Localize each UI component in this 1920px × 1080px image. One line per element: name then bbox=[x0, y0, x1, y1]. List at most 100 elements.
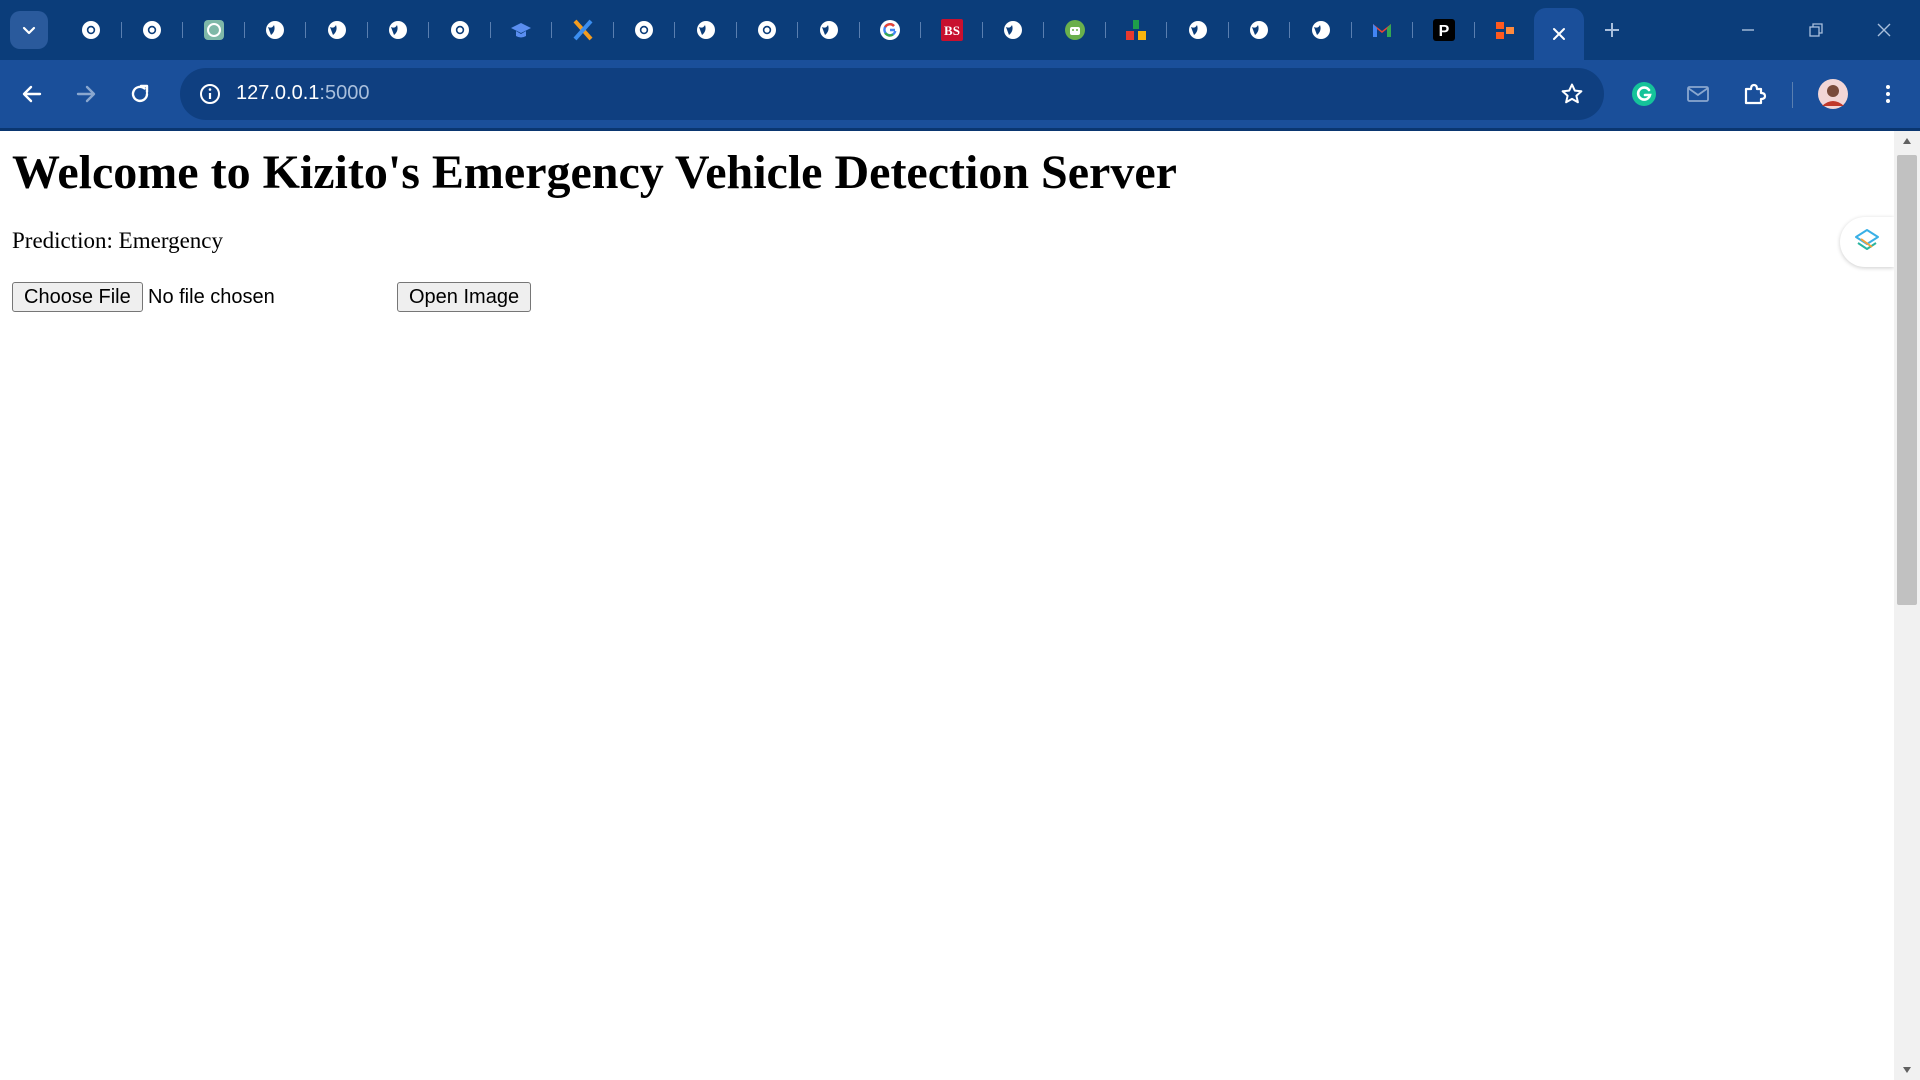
kebab-menu-icon bbox=[1886, 85, 1890, 103]
page-viewport: Welcome to Kizito's Emergency Vehicle De… bbox=[0, 131, 1894, 1080]
tab-11[interactable] bbox=[675, 8, 737, 52]
tab-16[interactable] bbox=[983, 8, 1044, 52]
tab-17[interactable] bbox=[1044, 8, 1106, 52]
tab-strip: BS P bbox=[0, 0, 1920, 60]
new-tab-button[interactable] bbox=[1596, 14, 1628, 46]
vertical-scrollbar[interactable] bbox=[1894, 131, 1920, 1080]
tab-12[interactable] bbox=[737, 8, 798, 52]
url-text[interactable]: 127.0.0.1:5000 bbox=[236, 82, 369, 105]
tab-2[interactable] bbox=[122, 8, 183, 52]
tab-18[interactable] bbox=[1106, 8, 1167, 52]
bs-label: BS bbox=[944, 23, 960, 38]
shapes-icon bbox=[1125, 19, 1147, 41]
tab-search-button[interactable] bbox=[10, 11, 48, 49]
no-file-chosen-label: No file chosen bbox=[148, 286, 275, 308]
bookmark-button[interactable] bbox=[1558, 80, 1586, 108]
chrome-icon bbox=[449, 19, 471, 41]
puzzle-icon bbox=[1744, 83, 1767, 105]
window-close-icon bbox=[1877, 23, 1891, 37]
address-bar[interactable]: 127.0.0.1:5000 bbox=[180, 68, 1604, 120]
tab-9[interactable] bbox=[552, 8, 614, 52]
xcode-icon bbox=[572, 19, 594, 41]
tab-13[interactable] bbox=[798, 8, 860, 52]
globe-icon bbox=[695, 19, 717, 41]
extensions-button[interactable] bbox=[1736, 76, 1772, 112]
back-button[interactable] bbox=[14, 76, 50, 112]
orange-blocks-icon bbox=[1494, 19, 1516, 41]
chatgpt-icon bbox=[203, 19, 225, 41]
gmail-icon bbox=[1371, 19, 1393, 41]
scroll-down-button[interactable] bbox=[1894, 1060, 1920, 1080]
graduation-cap-icon bbox=[510, 19, 532, 41]
tab-23[interactable]: P bbox=[1413, 8, 1475, 52]
tab-15[interactable]: BS bbox=[921, 8, 983, 52]
restore-button[interactable] bbox=[1796, 10, 1836, 50]
active-tab[interactable] bbox=[1534, 8, 1584, 60]
open-image-button[interactable]: Open Image bbox=[397, 282, 532, 312]
scrollbar-thumb[interactable] bbox=[1897, 155, 1917, 605]
browser-toolbar: 127.0.0.1:5000 bbox=[0, 60, 1920, 128]
tab-8[interactable] bbox=[491, 8, 552, 52]
tab-7[interactable] bbox=[429, 8, 491, 52]
globe-icon bbox=[326, 19, 348, 41]
page-title: Welcome to Kizito's Emergency Vehicle De… bbox=[12, 146, 1177, 199]
choose-file-button[interactable]: Choose File bbox=[12, 282, 143, 312]
url-host: 127.0.0.1 bbox=[236, 82, 320, 104]
reload-button[interactable] bbox=[122, 76, 158, 112]
profile-button[interactable] bbox=[1814, 75, 1852, 113]
close-icon[interactable] bbox=[1551, 26, 1567, 42]
chrome-icon bbox=[80, 19, 102, 41]
tab-6[interactable] bbox=[368, 8, 429, 52]
globe-icon bbox=[818, 19, 840, 41]
grammarly-extension-button[interactable] bbox=[1626, 76, 1662, 112]
mail-extension-button[interactable] bbox=[1680, 76, 1716, 112]
reload-icon bbox=[131, 84, 149, 103]
forward-button[interactable] bbox=[68, 76, 104, 112]
bs-icon: BS bbox=[940, 19, 963, 41]
star-icon bbox=[1561, 83, 1583, 104]
scroll-up-button[interactable] bbox=[1894, 131, 1920, 151]
mail-icon bbox=[1687, 86, 1709, 102]
chrome-icon bbox=[756, 19, 778, 41]
android-icon bbox=[1064, 19, 1086, 41]
globe-icon bbox=[264, 19, 286, 41]
site-info-button[interactable] bbox=[196, 80, 224, 108]
tab-24[interactable] bbox=[1475, 8, 1537, 52]
triangle-down-icon bbox=[1903, 1067, 1911, 1073]
avatar bbox=[1818, 79, 1848, 109]
triangle-up-icon bbox=[1903, 138, 1911, 144]
restore-icon bbox=[1809, 23, 1823, 37]
tab-1[interactable] bbox=[60, 8, 122, 52]
window-close-button[interactable] bbox=[1864, 10, 1904, 50]
tab-10[interactable] bbox=[614, 8, 675, 52]
tab-19[interactable] bbox=[1167, 8, 1229, 52]
tab-22[interactable] bbox=[1352, 8, 1413, 52]
chevron-down-icon bbox=[22, 26, 36, 35]
google-icon bbox=[879, 19, 901, 41]
chrome-icon bbox=[141, 19, 163, 41]
chrome-icon bbox=[633, 19, 655, 41]
minimize-button[interactable] bbox=[1728, 10, 1768, 50]
tab-3[interactable] bbox=[183, 8, 245, 52]
tab-21[interactable] bbox=[1290, 8, 1352, 52]
floating-extension-button[interactable] bbox=[1840, 217, 1894, 267]
chrome-menu-button[interactable] bbox=[1870, 76, 1906, 112]
p-label: P bbox=[1438, 23, 1449, 40]
globe-icon bbox=[1187, 19, 1209, 41]
tab-14[interactable] bbox=[860, 8, 921, 52]
tab-5[interactable] bbox=[306, 8, 368, 52]
globe-icon bbox=[1310, 19, 1332, 41]
tab-4[interactable] bbox=[245, 8, 306, 52]
info-icon bbox=[200, 84, 220, 104]
plus-icon bbox=[1605, 23, 1619, 37]
globe-icon bbox=[1248, 19, 1270, 41]
layers-logo-icon bbox=[1855, 229, 1879, 250]
tab-list: BS P bbox=[60, 8, 1536, 52]
minimize-icon bbox=[1742, 29, 1754, 31]
globe-icon bbox=[387, 19, 409, 41]
arrow-right-icon bbox=[76, 85, 96, 103]
arrow-left-icon bbox=[22, 85, 42, 103]
globe-icon bbox=[1002, 19, 1024, 41]
tab-20[interactable] bbox=[1229, 8, 1290, 52]
toolbar-divider bbox=[1792, 82, 1793, 108]
